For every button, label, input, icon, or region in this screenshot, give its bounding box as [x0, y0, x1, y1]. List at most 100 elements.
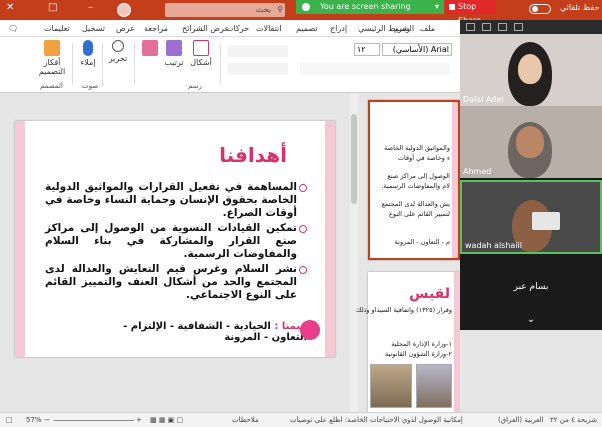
tab-file[interactable]: ملف — [420, 24, 435, 33]
layout-icon[interactable] — [482, 23, 491, 31]
thumb-text: ء وخاصة في أوقات — [397, 154, 450, 162]
font-size-select[interactable]: ١٢ — [354, 43, 380, 56]
slide-title[interactable]: أهدافنا — [219, 143, 287, 167]
slide-border-decoration — [15, 121, 25, 357]
slide-border-decoration — [452, 102, 458, 258]
ribbon-tabs: 🗨 ملف الشريط الرئيسي إدراج تصميم انتقالا… — [0, 20, 460, 37]
layout-icon[interactable] — [498, 23, 507, 31]
tab-view[interactable]: عرض — [116, 24, 135, 33]
zoom-in-button[interactable]: + — [136, 416, 142, 424]
arrange-button[interactable]: ترتيب — [162, 40, 186, 67]
sharing-indicator-icon — [302, 3, 310, 11]
thumb-text: يش والعدالة لدى المجتمع — [381, 200, 450, 208]
participant-video-tile[interactable]: Ahmed — [460, 106, 602, 178]
current-slide[interactable]: أهدافنا المساهمة في تفعيل القرارات والمو… — [15, 121, 335, 357]
slide-thumbnail[interactable]: لقيس وقرار (١٣٢٥) واتفاقية السيداو وذلك … — [356, 272, 460, 412]
ribbon: أفكار التصميم المصمم إملاء صوت تحرير ترت… — [0, 37, 460, 93]
group-voice-label: صوت — [82, 82, 99, 90]
group-designer-label: المصمم — [40, 82, 63, 90]
inactive-participant-name: بسام عبر — [513, 282, 549, 292]
font-formatting-controls[interactable] — [300, 63, 450, 75]
values-line[interactable]: قيمنا : الحيادية - الشفافية - الإلتزام -… — [87, 321, 307, 343]
find-icon — [112, 40, 124, 52]
zoom-slider[interactable] — [54, 420, 134, 421]
tab-record[interactable]: تسجيل — [82, 24, 105, 33]
thumb-text: ٢-وزارة الشؤون القانونية — [385, 350, 452, 358]
edit-button[interactable]: تحرير — [106, 40, 130, 63]
bullet-list[interactable]: المساهمة في تفعيل القرارات والمواثيق الد… — [45, 181, 307, 304]
thumb-text: م - التعاون - المرونة — [394, 238, 450, 246]
shapes-icon — [193, 40, 209, 56]
chevron-down-icon[interactable]: ▾ — [435, 0, 439, 14]
tab-transitions[interactable]: انتقالات — [256, 24, 281, 33]
divider — [220, 43, 221, 85]
divider — [134, 43, 135, 85]
slide-counter: شريحة ٤ من ٢٢ — [550, 416, 598, 424]
workspace-right — [460, 330, 602, 412]
thumb-photo — [370, 364, 412, 408]
collapse-panel-icon[interactable]: ⌄ — [460, 314, 602, 325]
search-box[interactable]: بحث ⚲ — [165, 3, 285, 17]
participant-name: Dalal Adel — [463, 95, 504, 104]
zoom-fit-icon[interactable]: □ — [6, 416, 13, 424]
shapes-button[interactable]: أشكال — [188, 40, 214, 67]
thumb-text: لام والمفاوضات الرسمية. — [381, 182, 450, 190]
thumb-text: ١-وزارة الإدارة المحلية — [391, 340, 452, 348]
screen-sharing-bar[interactable]: You are screen sharing ▾ — [296, 0, 444, 14]
tab-review[interactable]: مراجعة — [144, 24, 168, 33]
thumb-text: لتمييز القائم على النوع — [388, 210, 450, 218]
thumb-title: لقيس — [409, 286, 450, 302]
thumb-text: والمواثيق الدولية الخاصة — [384, 144, 450, 152]
font-name-select[interactable]: Arial (الأساسي) — [382, 43, 452, 56]
dictate-button[interactable]: إملاء — [76, 40, 100, 67]
notes-button[interactable]: ملاحظات — [232, 416, 259, 424]
video-participants-panel: Dalal Adel Ahmed wadah alshaiil بسام عبر… — [460, 20, 602, 330]
video-panel-header — [460, 20, 602, 34]
participant-video-tile-active[interactable]: wadah alshaiil — [460, 180, 602, 254]
scrollbar-thumb[interactable] — [351, 114, 357, 204]
autosave-toggle[interactable] — [529, 4, 551, 14]
autosave-label: حفظ تلقائي — [560, 3, 600, 12]
slide-thumbnail[interactable]: والمواثيق الدولية الخاصة ء وخاصة في أوقا… — [368, 100, 460, 260]
group-drawing-label: رسم — [188, 82, 202, 90]
account-avatar[interactable] — [117, 3, 131, 17]
accessibility-status[interactable]: إمكانية الوصول لذوي الاحتياجات الخاصة: ا… — [290, 416, 463, 424]
participant-video — [518, 54, 542, 84]
bullet-item: نشر السلام وغرس قيم التعايش والعدالة لدى… — [45, 263, 307, 302]
tab-insert[interactable]: إدراج — [330, 24, 347, 33]
language-status[interactable]: العربية (العراق) — [498, 416, 544, 424]
minimize-window-button[interactable]: – — [88, 2, 93, 13]
thumb-photo — [416, 364, 452, 408]
thumb-text: وقرار (١٣٢٥) واتفاقية السيداو وذلك — [355, 306, 452, 314]
tab-draw[interactable]: رسم — [394, 24, 410, 33]
participant-name: Ahmed — [463, 167, 492, 176]
designer-button[interactable]: أفكار التصميم — [34, 40, 70, 76]
paragraph-direction-controls[interactable] — [228, 45, 288, 57]
search-icon: ⚲ — [277, 5, 283, 14]
close-window-button[interactable]: ✕ — [6, 2, 14, 13]
tab-design[interactable]: تصميم — [296, 24, 318, 33]
layout-icon[interactable] — [466, 23, 475, 31]
alignment-controls[interactable] — [228, 63, 288, 75]
divider — [102, 43, 103, 85]
quick-styles-button[interactable] — [138, 40, 162, 58]
search-text: بحث — [255, 5, 271, 14]
thumb-text: الوصول إلى مراكز صنع — [387, 172, 450, 180]
tab-slideshow[interactable]: عرض الشرائح — [182, 24, 229, 33]
layout-icon[interactable] — [514, 23, 523, 31]
slide-scrollbar[interactable] — [350, 94, 358, 412]
zoom-out-button[interactable]: − — [44, 416, 50, 424]
decorative-circle — [300, 320, 320, 340]
participant-video — [516, 126, 544, 158]
zoom-level[interactable]: 57% — [26, 416, 42, 424]
view-buttons[interactable]: ▩ ▦ ▣ ▢ — [150, 416, 183, 424]
tab-help[interactable]: تعليمات — [44, 24, 70, 33]
tab-animations[interactable]: حركات — [226, 24, 249, 33]
stop-share-button[interactable]: Stop Share — [446, 0, 496, 25]
participant-video-tile[interactable]: Dalal Adel — [460, 34, 602, 106]
status-bar: □ 57% − + ▩ ▦ ▣ ▢ ملاحظات إمكانية الوصول… — [0, 412, 602, 427]
comments-icon[interactable]: 🗨 — [8, 24, 18, 33]
participant-video — [532, 212, 560, 230]
maximize-window-button[interactable]: □ — [48, 2, 57, 13]
styles-icon — [142, 40, 158, 56]
